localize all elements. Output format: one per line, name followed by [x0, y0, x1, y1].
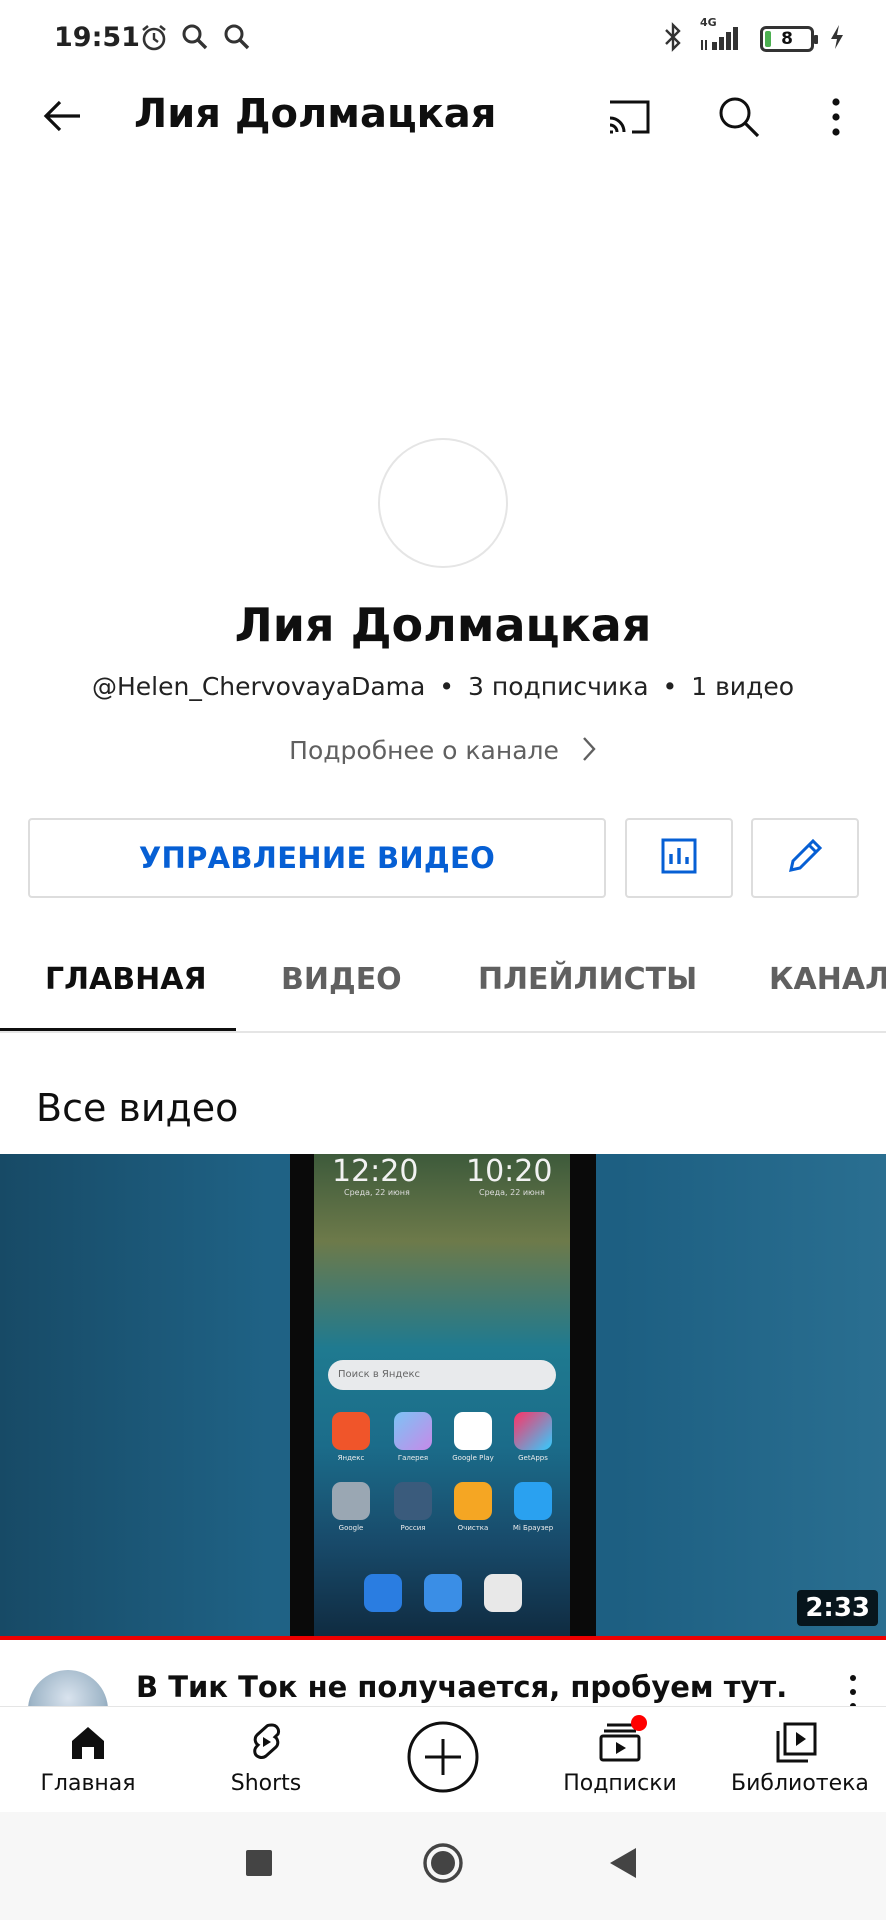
meta-separator: • — [439, 672, 455, 701]
thumbnail-screen: 12:20 10:20 Среда, 22 июня Среда, 22 июн… — [314, 1154, 570, 1640]
home-circle-icon[interactable] — [422, 1842, 464, 1888]
app-label: Mi Браузер — [512, 1524, 554, 1532]
subscriptions-icon — [597, 1715, 647, 1767]
nav-item-library[interactable]: Библиотека — [731, 1721, 869, 1796]
bottom-nav: Главная Shorts Подписки Библиотека — [0, 1706, 886, 1812]
create-plus-icon — [405, 1721, 481, 1799]
thumbnail-date: Среда, 22 июня — [479, 1188, 545, 1197]
bluetooth-icon — [662, 22, 684, 56]
thumbnail-clock: 10:20 — [466, 1154, 553, 1189]
more-vert-icon[interactable] — [846, 1672, 860, 1706]
channel-avatar[interactable] — [378, 438, 508, 568]
nav-item-subscriptions[interactable]: Подписки — [560, 1715, 680, 1796]
edit-channel-button[interactable] — [751, 818, 859, 898]
app-bar: Лия Долмацкая — [0, 78, 886, 158]
app-icon — [454, 1482, 492, 1520]
app-icon — [332, 1412, 370, 1450]
app-label: Google — [338, 1524, 364, 1532]
recents-square-icon[interactable] — [246, 1850, 272, 1880]
signal-icon: 4G — [698, 16, 746, 56]
app-icon — [454, 1412, 492, 1450]
charging-icon — [828, 22, 846, 56]
thumbnail-clock: 12:20 — [332, 1154, 419, 1189]
video-info-row[interactable]: В Тик Ток не получается, пробуем тут. Эт… — [0, 1640, 886, 1706]
more-vert-icon[interactable] — [826, 94, 846, 144]
notification-dot — [631, 1715, 647, 1731]
app-icon — [332, 1482, 370, 1520]
manage-videos-button[interactable]: УПРАВЛЕНИЕ ВИДЕО — [28, 818, 606, 898]
app-label: Россия — [400, 1524, 426, 1532]
system-nav-bar — [0, 1812, 886, 1920]
library-icon — [773, 1722, 819, 1767]
video-title[interactable]: В Тик Ток не получается, пробуем тут. Эт… — [136, 1670, 796, 1704]
search-icon[interactable] — [716, 94, 762, 144]
analytics-button[interactable] — [625, 818, 733, 898]
create-button[interactable] — [403, 1719, 483, 1799]
thumbnail-phone: 12:20 10:20 Среда, 22 июня Среда, 22 июн… — [290, 1154, 596, 1640]
phone-app-icon — [364, 1574, 402, 1612]
nav-item-shorts[interactable]: Shorts — [206, 1721, 326, 1796]
channel-name: Лия Долмацкая — [234, 598, 652, 652]
cast-icon[interactable] — [606, 96, 654, 142]
app-icon — [394, 1412, 432, 1450]
app-label: Яндекс — [337, 1454, 365, 1462]
app-label: Галерея — [397, 1454, 429, 1462]
video-count: 1 видео — [691, 672, 795, 701]
camera-app-icon — [484, 1574, 522, 1612]
video-duration: 2:33 — [797, 1590, 878, 1626]
tab-playlists[interactable]: ПЛЕЙЛИСТЫ — [478, 962, 697, 997]
home-icon — [66, 1727, 110, 1767]
nav-label: Главная — [40, 1771, 136, 1796]
nav-label: Подписки — [563, 1771, 677, 1796]
avatar[interactable] — [28, 1670, 108, 1706]
tab-indicator — [0, 1028, 236, 1031]
app-label: Google Play — [452, 1454, 494, 1462]
tab-channels[interactable]: КАНАЛЫ — [769, 962, 886, 997]
nav-label: Библиотека — [731, 1771, 869, 1796]
thumbnail-date: Среда, 22 июня — [344, 1188, 410, 1197]
channel-tabs: ГЛАВНАЯ ВИДЕО ПЛЕЙЛИСТЫ КАНАЛЫ — [0, 940, 886, 1033]
subscriber-count: 3 подписчика — [468, 672, 649, 701]
thumbnail-search: Поиск в Яндекс — [328, 1360, 556, 1390]
section-title: Все видео — [36, 1086, 239, 1130]
analytics-icon — [659, 836, 699, 880]
shorts-icon — [244, 1723, 288, 1767]
status-time: 19:51 — [54, 22, 140, 53]
edit-pencil-icon — [783, 834, 827, 882]
back-triangle-icon[interactable] — [608, 1846, 638, 1884]
tab-videos[interactable]: ВИДЕО — [281, 962, 402, 997]
video-thumbnail[interactable]: 12:20 10:20 Среда, 22 июня Среда, 22 июн… — [0, 1154, 886, 1640]
channel-more-link[interactable]: Подробнее о канале — [0, 734, 886, 765]
page-title: Лия Долмацкая — [134, 91, 497, 137]
messages-app-icon — [424, 1574, 462, 1612]
app-icon — [514, 1482, 552, 1520]
app-icon — [514, 1412, 552, 1450]
search-icon — [222, 22, 252, 56]
channel-meta: @Helen_ChervovayaDama • 3 подписчика • 1… — [0, 672, 886, 701]
alarm-icon — [138, 22, 170, 58]
channel-handle: @Helen_ChervovayaDama — [91, 672, 426, 701]
tab-home[interactable]: ГЛАВНАЯ — [45, 962, 207, 997]
search-icon — [180, 22, 210, 56]
app-label: Очистка — [457, 1524, 489, 1532]
meta-separator: • — [662, 672, 678, 701]
nav-item-home[interactable]: Главная — [28, 1721, 148, 1796]
battery-icon: 8 — [760, 26, 818, 52]
app-label: GetApps — [518, 1454, 548, 1462]
app-icon — [394, 1482, 432, 1520]
channel-more-label: Подробнее о канале — [289, 736, 559, 765]
nav-label: Shorts — [230, 1771, 302, 1796]
chevron-right-icon — [567, 736, 597, 765]
status-bar: 19:51 4G 8 — [0, 0, 886, 78]
back-arrow-icon[interactable] — [38, 92, 86, 144]
